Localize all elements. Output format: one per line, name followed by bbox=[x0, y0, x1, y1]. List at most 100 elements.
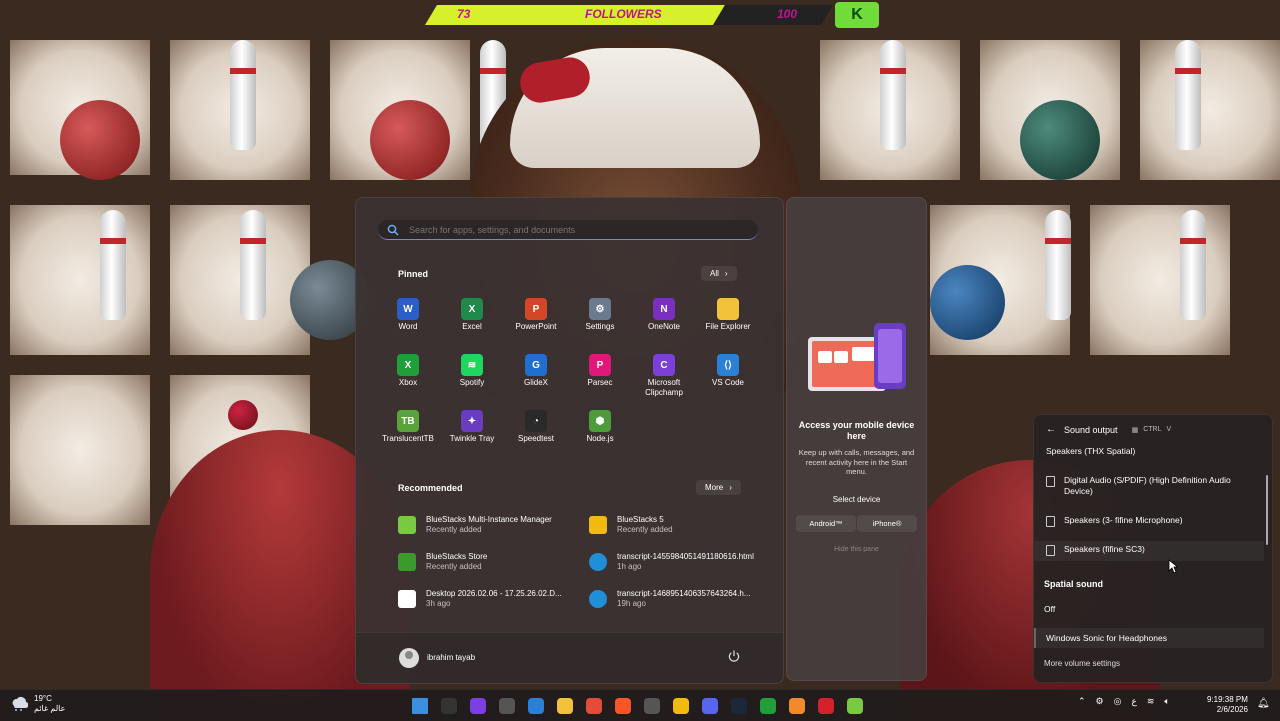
notification-bell-icon[interactable]: 🔔︎ bbox=[1257, 698, 1270, 709]
wifi-icon[interactable]: ≋ bbox=[1147, 696, 1155, 707]
pinned-app[interactable]: ◔ Speedtest bbox=[504, 410, 568, 444]
recommended-item[interactable]: Desktop 2026.02.06 - 17.25.26.02.D... 3h … bbox=[398, 585, 578, 613]
pinned-app-label: Speedtest bbox=[517, 434, 555, 443]
pinned-title: Pinned bbox=[398, 269, 429, 279]
calculator-icon[interactable] bbox=[524, 694, 548, 718]
more-button[interactable]: More › bbox=[696, 480, 741, 495]
pinned-app[interactable]: P Parsec bbox=[568, 354, 632, 388]
spatial-sound-title: Spatial sound bbox=[1044, 579, 1104, 589]
pinned-app-label: GlideX bbox=[523, 378, 548, 387]
pinned-app-label: Xbox bbox=[398, 378, 418, 387]
all-apps-button[interactable]: All › bbox=[701, 266, 737, 281]
taskbar-clock[interactable]: 9:19:38 PM 2/6/2026 bbox=[1207, 695, 1248, 715]
chrome-like-icon[interactable] bbox=[466, 694, 490, 718]
recommended-item-name: Desktop 2026.02.06 - 17.25.26.02.D... bbox=[426, 589, 562, 598]
pinned-app[interactable]: ✦ Twinkle Tray bbox=[440, 410, 504, 444]
glidex-icon: G bbox=[525, 354, 547, 376]
recommended-item-time: 1h ago bbox=[617, 562, 642, 571]
speaker-icon bbox=[1046, 545, 1055, 556]
steam-icon[interactable] bbox=[727, 694, 751, 718]
pinned-app[interactable]: G GlideX bbox=[504, 354, 568, 388]
pinned-app[interactable]: ⚙ Settings bbox=[568, 298, 632, 332]
pinned-app[interactable]: X Xbox bbox=[376, 354, 440, 388]
kick-badge: K bbox=[835, 2, 879, 28]
sound-device-item[interactable]: Speakers (THX Spatial) bbox=[1034, 446, 1264, 466]
speaker-icon bbox=[1046, 476, 1055, 487]
weather-widget[interactable]: 19°C عالم غائم bbox=[10, 694, 65, 714]
avatar[interactable] bbox=[399, 648, 419, 668]
pinned-app-label: Word bbox=[398, 322, 418, 331]
taskbar: 19°C عالم غائم ⌃ ⚙ ◎ ع ≋ 🔈︎ 9:19:38 PM 2… bbox=[0, 689, 1280, 721]
pinned-app[interactable]: ≋ Spotify bbox=[440, 354, 504, 388]
recommended-item[interactable]: BlueStacks Store Recently added bbox=[398, 548, 578, 576]
pinned-app-label: PowerPoint bbox=[515, 322, 557, 331]
recommended-item[interactable]: BlueStacks 5 Recently added bbox=[589, 511, 769, 539]
pinned-app[interactable]: W Word bbox=[376, 298, 440, 332]
chevron-up-icon[interactable]: ⌃ bbox=[1078, 696, 1086, 707]
recommended-item[interactable]: transcript-1455984051491180616.html 1h ag… bbox=[589, 548, 769, 576]
user-name[interactable]: ibrahim tayab bbox=[427, 653, 475, 662]
bluestacks-taskbar-icon[interactable] bbox=[843, 694, 867, 718]
pinned-app-label: VS Code bbox=[711, 378, 745, 387]
app-a-icon[interactable] bbox=[785, 694, 809, 718]
recommended-item-name: BlueStacks Store bbox=[426, 552, 488, 561]
more-volume-settings-link[interactable]: More volume settings bbox=[1044, 659, 1120, 668]
pinned-app[interactable]: P PowerPoint bbox=[504, 298, 568, 332]
windows-start-icon[interactable] bbox=[408, 694, 432, 718]
copilot-icon[interactable]: ◎ bbox=[1114, 696, 1122, 707]
spatial-option-windows-sonic[interactable]: Windows Sonic for Headphones bbox=[1034, 628, 1264, 648]
bluestacks-multi-icon bbox=[398, 516, 416, 534]
sound-device-item[interactable]: Digital Audio (S/PDIF) (High Definition … bbox=[1034, 475, 1264, 501]
device-label: Digital Audio (S/PDIF) (High Definition … bbox=[1064, 475, 1231, 496]
volume-icon[interactable]: 🔈︎ bbox=[1164, 696, 1169, 707]
back-arrow-icon[interactable]: ← bbox=[1046, 424, 1056, 435]
hide-pane-link[interactable]: Hide this pane bbox=[797, 546, 916, 553]
language-indicator[interactable]: ع bbox=[1131, 696, 1136, 707]
folder-icon bbox=[717, 298, 739, 320]
pinned-app[interactable]: TB TranslucentTB bbox=[376, 410, 440, 444]
settings-taskbar-icon[interactable] bbox=[495, 694, 519, 718]
pinned-app[interactable]: ⬢ Node.js bbox=[568, 410, 632, 444]
scrollbar[interactable] bbox=[1266, 475, 1268, 545]
pinned-app-label: Excel bbox=[462, 322, 482, 331]
obs-icon[interactable] bbox=[437, 694, 461, 718]
sound-device-item[interactable]: Speakers (3- fifine Microphone) bbox=[1034, 515, 1264, 529]
parsec-icon: P bbox=[589, 354, 611, 376]
tray-app-icon[interactable]: ⚙ bbox=[1096, 696, 1104, 707]
keyboard-shortcut: ▦ CTRL V bbox=[1132, 426, 1172, 434]
system-tray: ⌃ ⚙ ◎ ع ≋ 🔈︎ bbox=[1078, 696, 1170, 707]
spatial-option-off[interactable]: Off bbox=[1034, 599, 1264, 619]
android-button[interactable]: Android™ bbox=[796, 515, 856, 532]
word-icon: W bbox=[397, 298, 419, 320]
iphone-button[interactable]: iPhone® bbox=[857, 515, 917, 532]
emoji-icon[interactable] bbox=[669, 694, 693, 718]
xbox-taskbar-icon[interactable] bbox=[756, 694, 780, 718]
follower-count: 73 bbox=[457, 7, 471, 21]
xbox-icon: X bbox=[397, 354, 419, 376]
discord-icon[interactable] bbox=[698, 694, 722, 718]
speedtest-icon: ◔ bbox=[525, 410, 547, 432]
store-icon[interactable] bbox=[640, 694, 664, 718]
pinned-app[interactable]: ⟨⟩ VS Code bbox=[696, 354, 760, 388]
pinned-app[interactable]: X Excel bbox=[440, 298, 504, 332]
pinned-app-label: Spotify bbox=[459, 378, 485, 387]
app-red-icon[interactable] bbox=[814, 694, 838, 718]
power-icon[interactable] bbox=[727, 649, 741, 663]
chevron-right-icon: › bbox=[724, 269, 728, 278]
pinned-app-label: File Explorer bbox=[705, 322, 751, 331]
folder-taskbar-icon[interactable] bbox=[553, 694, 577, 718]
pinned-app[interactable]: N OneNote bbox=[632, 298, 696, 332]
device-label: Speakers (THX Spatial) bbox=[1046, 446, 1136, 456]
mouse-cursor-icon bbox=[1168, 559, 1178, 574]
recommended-item[interactable]: transcript-1468951406357643264.h... 19h a… bbox=[589, 585, 769, 613]
start-footer: ibrahim tayab bbox=[356, 632, 783, 683]
start-search-box[interactable] bbox=[378, 220, 758, 240]
brave-icon[interactable] bbox=[611, 694, 635, 718]
chrome-icon[interactable] bbox=[582, 694, 606, 718]
sound-device-item-selected[interactable]: Speakers (fifine SC3) bbox=[1034, 541, 1264, 561]
search-input[interactable] bbox=[407, 223, 741, 236]
pinned-app[interactable]: C Microsoft Clipchamp bbox=[632, 354, 696, 398]
pinned-app[interactable]: File Explorer bbox=[696, 298, 760, 332]
phone-panel-description: Keep up with calls, messages, and recent… bbox=[798, 448, 915, 476]
recommended-item[interactable]: BlueStacks Multi-Instance Manager Recentl… bbox=[398, 511, 578, 539]
